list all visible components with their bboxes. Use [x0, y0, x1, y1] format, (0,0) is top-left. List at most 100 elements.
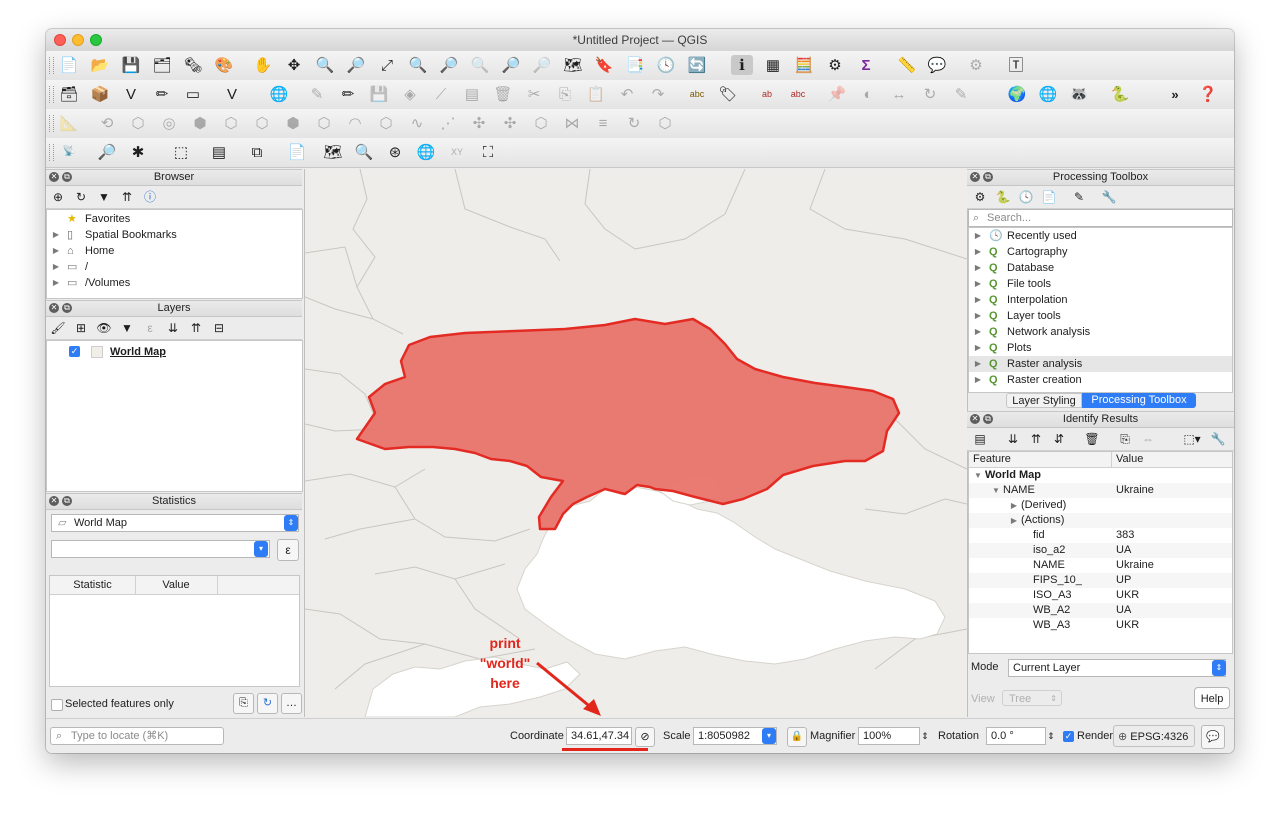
- statistics-layer-select[interactable]: ▱ World Map: [51, 514, 299, 532]
- processing-item-network-analysis[interactable]: ▶ Q Network analysis: [969, 324, 1232, 340]
- remove-layer-icon[interactable]: ⊟: [211, 320, 227, 336]
- identify-row[interactable]: NAME Ukraine: [969, 558, 1232, 573]
- toolbar-handle[interactable]: [49, 115, 54, 132]
- expand-arrow-icon[interactable]: ▼: [973, 468, 983, 483]
- change-label-icon[interactable]: ✎: [950, 84, 972, 104]
- measure-icon[interactable]: 📏: [892, 55, 922, 75]
- vertex-tool-icon[interactable]: ⟋: [430, 84, 452, 104]
- zoom-out-icon[interactable]: 🔎: [345, 55, 367, 75]
- shape-digitize-icon[interactable]: ↻: [623, 113, 645, 133]
- python-console-icon[interactable]: 🐍: [1109, 84, 1131, 104]
- expand-arrow-icon[interactable]: ▶: [973, 276, 983, 292]
- help-button[interactable]: Help: [1194, 687, 1230, 709]
- identify-row[interactable]: ISO_A3 UKR: [969, 588, 1232, 603]
- statistical-summary-icon[interactable]: Σ: [855, 55, 877, 75]
- processing-item-database[interactable]: ▶ Q Database: [969, 260, 1232, 276]
- add-delimited-text-icon[interactable]: ▭: [182, 84, 204, 104]
- open-attribute-table-icon[interactable]: ▦: [762, 55, 784, 75]
- models-icon[interactable]: ⚙: [972, 189, 988, 205]
- expand-arrow-icon[interactable]: ▶: [51, 275, 61, 291]
- rotation-spinner[interactable]: ⇕: [1046, 727, 1056, 745]
- undo-icon[interactable]: ↶: [616, 84, 638, 104]
- statistics-field-select[interactable]: [51, 540, 270, 558]
- trim-extend-icon[interactable]: ⋈: [561, 113, 583, 133]
- fill-icon[interactable]: ✣: [468, 113, 490, 133]
- identify-row[interactable]: iso_a2 UA: [969, 543, 1232, 558]
- refresh-icon[interactable]: ↻: [73, 189, 89, 205]
- collapse-all-icon[interactable]: ⇈: [188, 320, 204, 336]
- close-panel-icon[interactable]: ✕: [49, 303, 59, 313]
- expand-arrow-icon[interactable]: ▶: [51, 243, 61, 259]
- coordinate-input[interactable]: 34.61,47.34: [566, 727, 632, 745]
- offset-curve-icon[interactable]: ⬢: [282, 113, 304, 133]
- plugin-icon[interactable]: 🦝: [1068, 84, 1090, 104]
- new-bookmark-icon[interactable]: 🔖: [593, 55, 615, 75]
- identify-row[interactable]: ▼ NAME Ukraine: [969, 483, 1232, 498]
- processing-item-file-tools[interactable]: ▶ Q File tools: [969, 276, 1232, 292]
- zoom-last-icon[interactable]: 🔎: [500, 55, 522, 75]
- find-icon[interactable]: 🔍: [353, 142, 375, 162]
- delete-selected-icon[interactable]: 🗑: [492, 84, 514, 104]
- results-viewer-icon[interactable]: 📄: [1041, 189, 1057, 205]
- magnifier-spinner[interactable]: ⇕: [920, 727, 930, 745]
- zoom-to-selection-icon[interactable]: 🔍: [407, 55, 429, 75]
- expand-arrow-icon[interactable]: ▼: [991, 483, 1001, 498]
- gps-icon[interactable]: 📡: [58, 142, 80, 162]
- identify-features-icon[interactable]: ℹ: [731, 55, 753, 75]
- merge-features-icon[interactable]: ⬡: [375, 113, 397, 133]
- magnifier-input[interactable]: 100%: [858, 727, 920, 745]
- identify-mode-select[interactable]: Current Layer: [1008, 659, 1226, 677]
- statistics-column-header[interactable]: Statistic: [50, 576, 136, 594]
- georeferencer-icon[interactable]: ✱: [127, 142, 149, 162]
- expand-arrow-icon[interactable]: ▶: [973, 292, 983, 308]
- expand-arrow-icon[interactable]: ▶: [973, 340, 983, 356]
- identify-row[interactable]: WB_A2 UA: [969, 603, 1232, 618]
- copy-statistics-icon[interactable]: ⎘: [233, 693, 254, 714]
- select-features-icon[interactable]: ⬚: [166, 142, 196, 162]
- toolbar-handle[interactable]: [49, 144, 54, 161]
- float-panel-icon[interactable]: ⧉: [62, 496, 72, 506]
- processing-item-plots[interactable]: ▶ Q Plots: [969, 340, 1232, 356]
- expand-arrow-icon[interactable]: ▶: [973, 372, 983, 388]
- more-tools-icon[interactable]: »: [1164, 84, 1186, 104]
- globe-view-icon[interactable]: 🌐: [415, 142, 437, 162]
- style-brush-icon[interactable]: 🖌: [50, 320, 66, 336]
- show-unplaced-labels-icon[interactable]: abc: [787, 84, 809, 104]
- identify-row[interactable]: ▶ (Actions): [969, 513, 1232, 528]
- move-label-icon[interactable]: ↔: [888, 84, 910, 104]
- lock-scale-icon[interactable]: 🔒: [787, 727, 807, 747]
- identify-mode-icon[interactable]: ⬚▾: [1179, 431, 1205, 447]
- add-virtual-layer-icon[interactable]: V: [221, 84, 243, 104]
- map-tips-icon[interactable]: 💬: [926, 55, 948, 75]
- value-column-header[interactable]: Value: [135, 576, 218, 594]
- reverse-line-icon[interactable]: ≡: [592, 113, 614, 133]
- new-project-icon[interactable]: 📄: [58, 55, 80, 75]
- expand-tree-icon[interactable]: ⇊: [1005, 431, 1021, 447]
- pan-hand-icon[interactable]: ✋: [252, 55, 274, 75]
- combo-arrows-icon[interactable]: ⇕: [284, 515, 298, 531]
- chevron-down-icon[interactable]: ▾: [762, 728, 776, 744]
- add-part-icon[interactable]: ⬡: [127, 113, 149, 133]
- toolbar-handle[interactable]: [49, 57, 54, 74]
- print-layout-icon[interactable]: 🗞: [182, 55, 204, 75]
- pan-to-selection-icon[interactable]: ✥: [283, 55, 305, 75]
- close-panel-icon[interactable]: ✕: [970, 414, 980, 424]
- current-edits-icon[interactable]: ✏: [337, 84, 359, 104]
- delete-ring-icon[interactable]: ⬢: [189, 113, 211, 133]
- rotate-label-icon[interactable]: ↻: [919, 84, 941, 104]
- save-as-icon[interactable]: 🗂: [151, 55, 173, 75]
- scripts-icon[interactable]: 🐍: [995, 189, 1011, 205]
- rotate-point-icon[interactable]: ∿: [406, 113, 428, 133]
- add-ring-icon[interactable]: ⟲: [96, 113, 118, 133]
- temporal-controller-icon[interactable]: 🕓: [655, 55, 677, 75]
- zoom-native-icon[interactable]: 🔍: [469, 55, 491, 75]
- collapse-tree-icon[interactable]: ⇈: [1028, 431, 1044, 447]
- filter-legend-icon[interactable]: ▼: [119, 320, 135, 336]
- new-geopackage-icon[interactable]: 📦: [89, 84, 111, 104]
- expand-arrow-icon[interactable]: ▶: [1009, 513, 1019, 528]
- select-radius-icon[interactable]: ⊛: [384, 142, 406, 162]
- statistics-menu-icon[interactable]: …: [281, 693, 302, 714]
- zoom-full-icon[interactable]: ⤢: [376, 55, 398, 75]
- zoom-to-layer-icon[interactable]: 🔎: [438, 55, 460, 75]
- add-feature-icon[interactable]: ◈: [399, 84, 421, 104]
